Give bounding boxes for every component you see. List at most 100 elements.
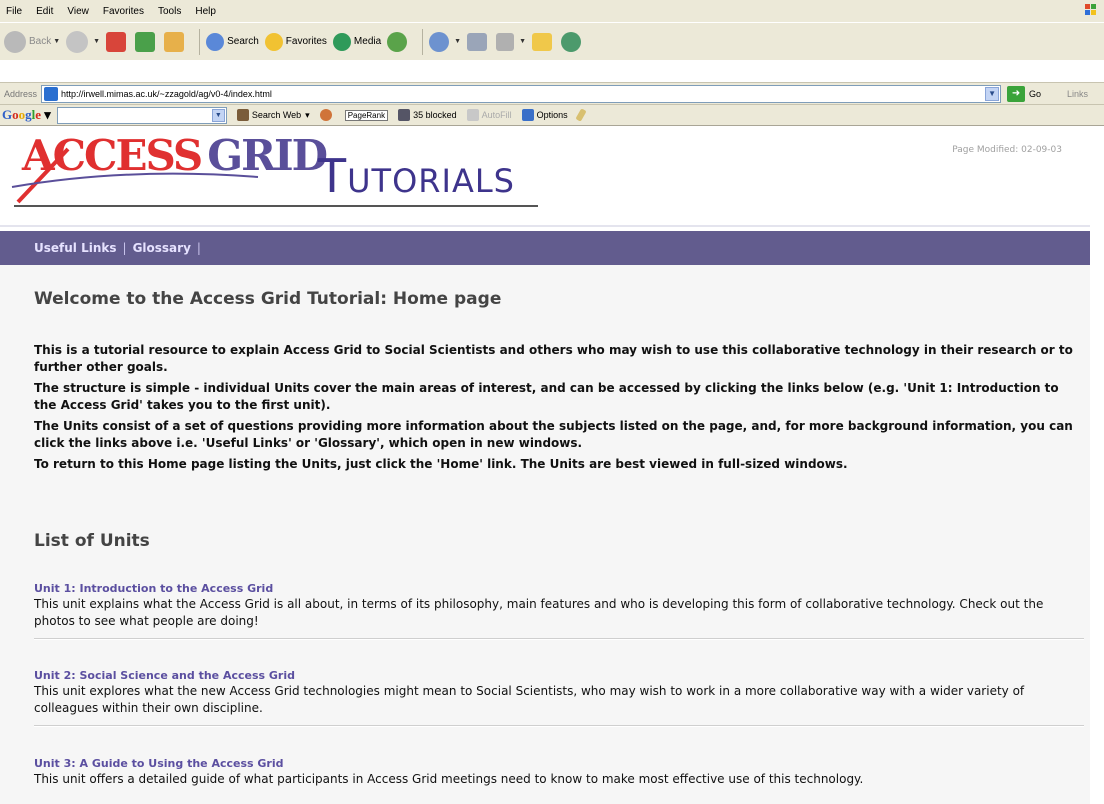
- autofill-button[interactable]: AutoFill: [466, 109, 512, 121]
- search-site-button[interactable]: [319, 109, 335, 121]
- refresh-icon: [135, 31, 156, 52]
- options-icon: [521, 109, 534, 121]
- autofill-label: AutoFill: [481, 110, 512, 120]
- tutorials-title: TUTORIALS: [318, 149, 515, 203]
- go-label: Go: [1029, 88, 1042, 99]
- autofill-icon: [466, 109, 479, 121]
- chevron-down-icon: ▼: [519, 38, 527, 45]
- back-label: Back: [29, 36, 52, 47]
- intro-paragraph: The structure is simple - individual Uni…: [34, 381, 1059, 412]
- google-toolbar: Google ▾ ▼ Search Web ▾ PageRank 35 bloc…: [0, 104, 1104, 126]
- menu-view[interactable]: View: [67, 6, 89, 17]
- unit-link[interactable]: Unit 1: Introduction to the Access Grid: [34, 581, 1084, 596]
- google-logo[interactable]: Google ▾: [2, 107, 51, 123]
- menu-tools[interactable]: Tools: [158, 6, 181, 17]
- nav-useful-links[interactable]: Useful Links: [34, 241, 117, 255]
- main-content: Welcome to the Access Grid Tutorial: Hom…: [0, 265, 1090, 804]
- unit-link[interactable]: Unit 2: Social Science and the Access Gr…: [34, 668, 1084, 683]
- go-button[interactable]: ➜ Go: [1007, 85, 1042, 102]
- logo-grid-text: GRID: [207, 131, 328, 180]
- nav-separator: |: [196, 241, 201, 255]
- search-web-button[interactable]: Search Web ▾: [236, 109, 310, 121]
- home-icon: [164, 31, 185, 52]
- home-button[interactable]: [164, 28, 187, 56]
- edit-button[interactable]: ▼: [496, 28, 526, 56]
- intro-paragraph: To return to this Home page listing the …: [34, 457, 848, 471]
- go-arrow-icon: ➜: [1007, 85, 1026, 102]
- star-icon: [264, 32, 283, 51]
- refresh-button[interactable]: [135, 28, 158, 56]
- menu-help[interactable]: Help: [195, 6, 216, 17]
- search-icon: [206, 32, 225, 51]
- unit-item: Unit 1: Introduction to the Access Grid …: [34, 581, 1084, 630]
- chevron-down-icon[interactable]: ▼: [985, 86, 1000, 101]
- google-search-input[interactable]: ▼: [56, 106, 227, 124]
- chevron-down-icon: ▼: [53, 38, 61, 45]
- intro-paragraph: The Units consist of a set of questions …: [34, 419, 1073, 450]
- mail-button[interactable]: ▼: [429, 28, 461, 56]
- unit-item: Unit 2: Social Science and the Access Gr…: [34, 668, 1084, 717]
- forward-button[interactable]: ▼: [66, 28, 100, 56]
- messenger-icon: [561, 31, 582, 52]
- address-url: http://irwell.mimas.ac.uk/~zzagold/ag/v0…: [61, 88, 272, 99]
- folder-icon: [532, 32, 553, 51]
- pagerank-label: PageRank: [344, 109, 389, 121]
- menu-bar: File Edit View Favorites Tools Help: [0, 0, 1104, 22]
- pagerank-indicator[interactable]: PageRank: [344, 109, 389, 121]
- menu-favorites[interactable]: Favorites: [103, 6, 144, 17]
- print-button[interactable]: [467, 28, 490, 56]
- blocked-count: 35 blocked: [413, 110, 457, 120]
- page-icon: [44, 86, 59, 101]
- popup-blocker-icon: [398, 109, 411, 121]
- web-page: ACCESS GRID TUTORIALS Page Modified: 02-0…: [0, 127, 1090, 804]
- tutorials-initial: T: [318, 149, 348, 203]
- menu-file[interactable]: File: [6, 6, 22, 17]
- search-web-label: Search Web: [251, 110, 302, 120]
- windows-flag-icon: [1085, 4, 1096, 15]
- unit-link[interactable]: Unit 3: A Guide to Using the Access Grid: [34, 756, 1084, 771]
- stop-icon: [106, 31, 127, 52]
- chevron-down-icon: ▼: [454, 38, 462, 45]
- intro-paragraph: This is a tutorial resource to explain A…: [34, 343, 1073, 374]
- units-list-title: List of Units: [34, 531, 150, 551]
- unit-description: This unit explains what the Access Grid …: [34, 597, 1044, 628]
- highlighter-icon: [575, 108, 587, 122]
- discuss-button[interactable]: [532, 28, 555, 56]
- favorites-button[interactable]: Favorites: [264, 28, 327, 56]
- binoculars-icon: [236, 109, 249, 121]
- stop-button[interactable]: [106, 28, 129, 56]
- standard-toolbar: Back ▼ ▼ Search Favorites Media ▼ ▼: [0, 22, 1104, 60]
- edit-icon: [496, 32, 515, 51]
- media-label: Media: [353, 36, 382, 47]
- links-button[interactable]: Links: [1067, 89, 1088, 99]
- highlight-button[interactable]: [575, 108, 587, 122]
- search-button[interactable]: Search: [206, 28, 259, 56]
- page-title: Welcome to the Access Grid Tutorial: Hom…: [34, 289, 502, 309]
- chevron-down-icon[interactable]: ▼: [211, 108, 225, 122]
- messenger-button[interactable]: [561, 28, 584, 56]
- media-button[interactable]: Media: [332, 28, 382, 56]
- back-arrow-icon: [4, 30, 26, 53]
- menu-edit[interactable]: Edit: [36, 6, 53, 17]
- favorites-label: Favorites: [285, 36, 327, 47]
- print-icon: [467, 32, 488, 51]
- forward-arrow-icon: [66, 30, 89, 53]
- popup-blocker[interactable]: 35 blocked: [398, 109, 457, 121]
- options-button[interactable]: Options: [521, 109, 568, 121]
- address-label: Address: [4, 88, 38, 99]
- unit-divider: [34, 725, 1084, 727]
- header-underline: [14, 205, 538, 207]
- back-button[interactable]: Back ▼: [4, 28, 60, 56]
- chevron-down-icon: ▼: [93, 38, 101, 45]
- mail-icon: [429, 31, 450, 52]
- media-icon: [332, 32, 351, 51]
- unit-item: Unit 3: A Guide to Using the Access Grid…: [34, 756, 1084, 788]
- address-input[interactable]: http://irwell.mimas.ac.uk/~zzagold/ag/v0…: [41, 84, 1002, 103]
- nav-separator: |: [122, 241, 127, 255]
- history-button[interactable]: [387, 28, 410, 56]
- nav-glossary[interactable]: Glossary: [133, 241, 191, 255]
- globe-icon: [319, 109, 332, 121]
- search-label: Search: [227, 36, 259, 47]
- tutorials-rest: UTORIALS: [347, 162, 515, 200]
- unit-description: This unit offers a detailed guide of wha…: [34, 772, 864, 786]
